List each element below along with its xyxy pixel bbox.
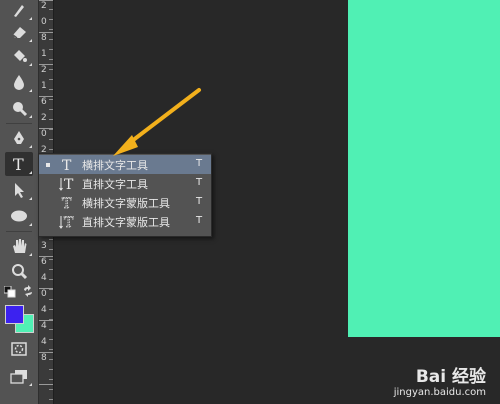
- ruler-major-tick: [39, 128, 53, 129]
- ruler-major-tick: [39, 32, 53, 33]
- type-tool[interactable]: T: [5, 152, 33, 176]
- dodge-tool[interactable]: [5, 96, 33, 120]
- ruler-major-tick: [39, 0, 53, 1]
- ruler-number: 4: [41, 305, 47, 315]
- document-canvas[interactable]: [348, 0, 500, 337]
- zoom-tool[interactable]: [5, 259, 33, 283]
- svg-text:T: T: [64, 215, 74, 230]
- horizontal-type-mask-icon: T: [62, 196, 73, 211]
- ruler-number: 3: [41, 241, 47, 251]
- ruler-number: 6: [41, 97, 47, 107]
- eraser-tool[interactable]: [5, 20, 33, 44]
- paint-bucket-icon: [14, 50, 27, 62]
- ruler-number: 0: [41, 129, 47, 139]
- foreground-color-swatch[interactable]: [5, 305, 24, 324]
- svg-text:T: T: [62, 196, 72, 211]
- shortcut-key: T: [196, 177, 203, 188]
- ruler-major-tick: [39, 384, 53, 385]
- pen-icon: [14, 131, 24, 144]
- brush-tool[interactable]: [5, 0, 33, 22]
- hand-tool[interactable]: [5, 234, 33, 258]
- ruler-number: 4: [41, 337, 47, 347]
- hand-icon: [13, 239, 27, 253]
- ruler-number: 0: [41, 17, 47, 27]
- vertical-type-icon: T: [59, 177, 74, 192]
- default-colors-icon[interactable]: [4, 286, 16, 298]
- screen-mode-button[interactable]: [5, 364, 33, 388]
- ruler-number: 6: [41, 257, 47, 267]
- blur-tool[interactable]: [5, 70, 33, 94]
- swap-colors-icon[interactable]: [22, 285, 34, 297]
- screen-mode-icon: [10, 370, 27, 384]
- ruler-number: 4: [41, 273, 47, 283]
- quick-mask-icon: [11, 342, 27, 356]
- shortcut-key: T: [196, 158, 203, 169]
- flyout-item-label: 横排文字工具: [82, 159, 148, 172]
- ellipse-tool[interactable]: [5, 204, 33, 228]
- vertical-type-mask-icon: T: [59, 215, 74, 230]
- watermark-url: jingyan.baidu.com: [393, 387, 486, 398]
- flyout-item-vertical-type[interactable]: T 直排文字工具 T: [39, 174, 211, 193]
- ruler-major-tick: [39, 320, 53, 321]
- watermark-brand: Bai 经验: [415, 367, 486, 387]
- type-tool-flyout-menu: T 横排文字工具 T T 直排文字工具 T T 横排文字蒙版工具 T T 直排文…: [38, 153, 212, 237]
- baidu-jingyan-watermark: Bai 经验 jingyan.baidu.com: [394, 362, 486, 398]
- path-selection-tool[interactable]: [5, 178, 33, 202]
- brush-icon: [14, 5, 24, 17]
- ruler-number: 2: [41, 1, 47, 11]
- shortcut-key: T: [196, 196, 203, 207]
- ruler-major-tick: [39, 64, 53, 65]
- quick-mask-button[interactable]: [5, 337, 33, 361]
- svg-text:T: T: [62, 158, 72, 173]
- ruler-number: 1: [41, 49, 47, 59]
- zoom-icon: [12, 264, 28, 280]
- ruler-number: 1: [41, 81, 47, 91]
- arrow-pointer-icon: [15, 183, 24, 198]
- ellipse-icon: [11, 210, 27, 222]
- ruler-major-tick: [39, 96, 53, 97]
- flyout-item-vertical-type-mask[interactable]: T 直排文字蒙版工具 T: [39, 212, 211, 231]
- flyout-item-label: 直排文字工具: [82, 178, 148, 191]
- drop-icon: [14, 75, 24, 90]
- magnifier-dodge-icon: [13, 102, 28, 117]
- horizontal-type-icon: T: [62, 158, 72, 173]
- type-icon: T: [13, 155, 24, 173]
- pen-tool[interactable]: [5, 126, 33, 150]
- flyout-item-label: 横排文字蒙版工具: [82, 197, 170, 210]
- tools-panel: T: [0, 0, 39, 404]
- ruler-number: 2: [41, 113, 47, 123]
- ruler-major-tick: [39, 256, 53, 257]
- paint-bucket-tool[interactable]: [5, 44, 33, 68]
- ruler-number: 8: [41, 353, 47, 363]
- ruler-number: 8: [41, 33, 47, 43]
- svg-text:T: T: [64, 177, 74, 192]
- ruler-number: 4: [41, 321, 47, 331]
- shortcut-key: T: [196, 215, 203, 226]
- flyout-item-label: 直排文字蒙版工具: [82, 216, 170, 229]
- ruler-number: 0: [41, 289, 47, 299]
- selected-bullet-icon: [46, 163, 50, 167]
- flyout-item-horizontal-type[interactable]: T 横排文字工具 T: [39, 155, 211, 174]
- svg-text:T: T: [13, 155, 24, 173]
- flyout-item-horizontal-type-mask[interactable]: T 横排文字蒙版工具 T: [39, 193, 211, 212]
- ruler-number: 2: [41, 65, 47, 75]
- ruler-major-tick: [39, 288, 53, 289]
- ruler-major-tick: [39, 352, 53, 353]
- eraser-icon: [12, 27, 26, 39]
